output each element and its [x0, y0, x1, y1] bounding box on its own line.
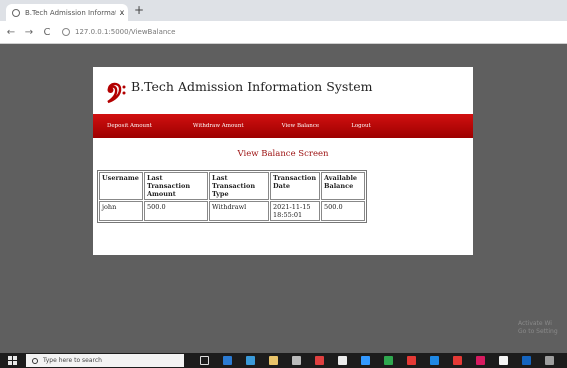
taskbar-app-icon[interactable] [499, 356, 508, 365]
info-icon [62, 28, 70, 36]
nav-withdraw-amount[interactable]: Withdraw Amount [193, 123, 244, 129]
tab-title: B.Tech Admission Information S [25, 8, 116, 17]
main-nav: Deposit Amount Withdraw Amount View Bala… [93, 114, 473, 138]
taskbar-app-icon[interactable] [522, 356, 531, 365]
taskbar-app-icon[interactable] [384, 356, 393, 365]
taskbar-search[interactable]: Type here to search [26, 354, 184, 367]
col-username: Username [99, 172, 143, 200]
taskbar-app-icon[interactable] [407, 356, 416, 365]
site-title: B.Tech Admission Information System [131, 79, 373, 94]
taskbar-app-icon[interactable] [361, 356, 370, 365]
cell-amount: 500.0 [144, 201, 208, 221]
nav-logout[interactable]: Logout [351, 123, 371, 129]
back-button[interactable]: ← [4, 27, 18, 38]
edge-icon[interactable] [223, 356, 232, 365]
cell-date: 2021-11-15 18:55:01 [270, 201, 320, 221]
col-available-balance: Available Balance [321, 172, 365, 200]
cell-type: Withdrawl [209, 201, 269, 221]
address-bar[interactable]: 127.0.0.1:5000/ViewBalance [62, 28, 175, 36]
reload-button[interactable]: C [40, 27, 54, 38]
taskbar-app-icon[interactable] [476, 356, 485, 365]
taskbar-app-icon[interactable] [246, 356, 255, 365]
browser-tab-bar: B.Tech Admission Information S x + [0, 0, 567, 21]
tab-close-button[interactable]: x [116, 8, 128, 17]
watermark-line: Activate Wi [518, 320, 552, 327]
col-transaction-date: Transaction Date [270, 172, 320, 200]
new-tab-button[interactable]: + [134, 3, 144, 17]
taskbar-app-icon[interactable] [453, 356, 462, 365]
bass-clef-logo-icon [107, 82, 126, 104]
taskbar-search-placeholder: Type here to search [43, 357, 102, 364]
url-text: 127.0.0.1:5000/ViewBalance [75, 28, 176, 36]
search-icon [32, 357, 38, 364]
nav-deposit-amount[interactable]: Deposit Amount [107, 123, 152, 129]
page-container: B.Tech Admission Information System Depo… [93, 67, 473, 255]
forward-button[interactable]: → [22, 27, 36, 38]
table-row: john 500.0 Withdrawl 2021-11-15 18:55:01… [99, 201, 365, 221]
taskbar-app-icon[interactable] [315, 356, 324, 365]
file-explorer-icon[interactable] [269, 356, 278, 365]
taskbar-app-icon[interactable] [338, 356, 347, 365]
col-last-transaction-amount: Last Transaction Amount [144, 172, 208, 200]
cell-username: john [99, 201, 143, 221]
site-header: B.Tech Admission Information System [93, 67, 473, 114]
col-last-transaction-type: Last Transaction Type [209, 172, 269, 200]
activation-watermark: Activate Wi Go to Setting [518, 320, 558, 336]
browser-toolbar: ← → C 127.0.0.1:5000/ViewBalance [0, 21, 567, 44]
watermark-line: Go to Setting [518, 328, 558, 335]
globe-icon [12, 8, 20, 17]
windows-start-icon[interactable] [8, 356, 18, 365]
table-header-row: Username Last Transaction Amount Last Tr… [99, 172, 365, 200]
browser-tab[interactable]: B.Tech Admission Information S x [6, 4, 128, 21]
cell-balance: 500.0 [321, 201, 365, 221]
store-icon[interactable] [292, 356, 301, 365]
task-view-icon[interactable] [200, 356, 209, 365]
balance-table: Username Last Transaction Amount Last Tr… [97, 170, 367, 223]
system-tray-icon[interactable] [545, 356, 554, 365]
windows-taskbar: Type here to search [0, 353, 567, 368]
nav-view-balance[interactable]: View Balance [282, 123, 320, 129]
screen-title: View Balance Screen [237, 149, 329, 159]
taskbar-app-icon[interactable] [430, 356, 439, 365]
